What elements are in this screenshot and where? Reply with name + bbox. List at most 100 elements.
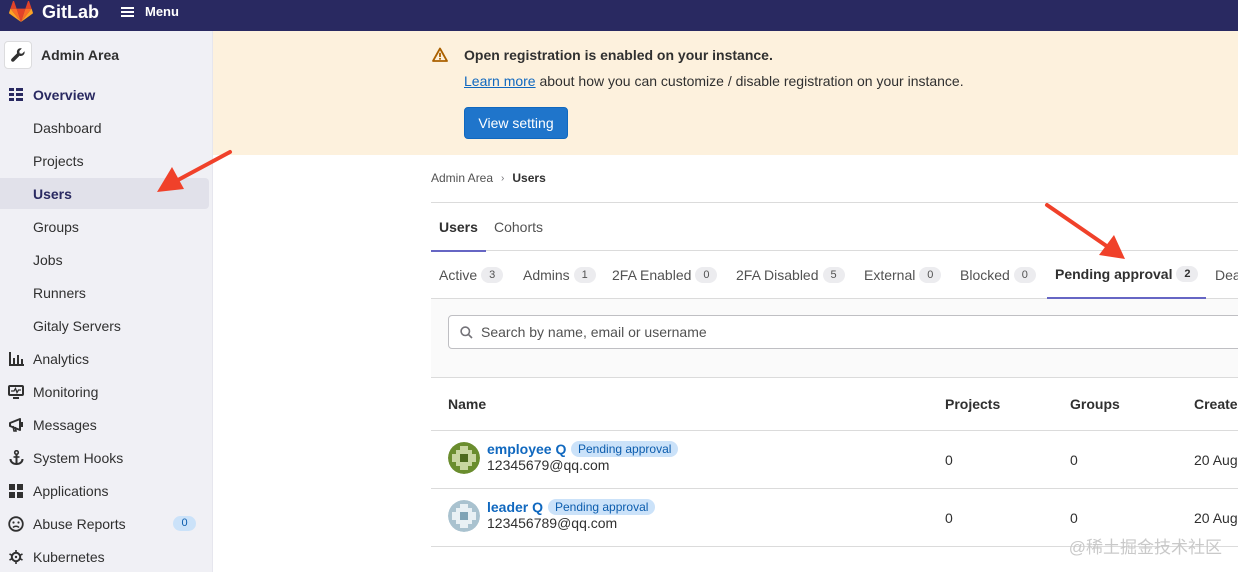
tab-label: External [864, 266, 916, 283]
tab-users[interactable]: Users [431, 203, 486, 252]
count-badge: 0 [1013, 266, 1036, 283]
count-badge: 3 [481, 266, 504, 283]
breadcrumb-admin-area[interactable]: Admin Area [431, 171, 493, 185]
wrench-icon [4, 41, 32, 69]
groups-count: 0 [1070, 510, 1078, 526]
view-setting-button[interactable]: View setting [464, 107, 568, 139]
top-navbar: GitLab Menu [0, 0, 1238, 31]
column-header-name: Name [448, 396, 487, 412]
sidebar-item-users[interactable]: Users [0, 178, 209, 209]
user-email: 123456789@qq.com [487, 515, 618, 531]
abuse-icon [8, 515, 24, 532]
sidebar-item-abuse-reports[interactable]: Abuse Reports 0 [0, 508, 209, 539]
tab-external[interactable]: External 0 [864, 251, 942, 298]
user-name-link[interactable]: leader Q [487, 499, 543, 515]
column-header-groups: Groups [1070, 396, 1120, 412]
registration-alert: Open registration is enabled on your ins… [213, 31, 1238, 155]
hamburger-icon [121, 6, 134, 17]
tab-label: Users [439, 218, 478, 235]
alert-title: Open registration is enabled on your ins… [464, 47, 773, 63]
sidebar-item-label: Dashboard [33, 119, 102, 136]
sidebar-item-label: System Hooks [33, 449, 124, 466]
sidebar-item-messages[interactable]: Messages [0, 409, 209, 440]
sidebar-item-system-hooks[interactable]: System Hooks [0, 442, 209, 473]
sidebar-item-kubernetes[interactable]: Kubernetes [0, 541, 209, 572]
pending-approval-badge: Pending approval [548, 499, 656, 515]
count-badge: 5 [822, 266, 845, 283]
brand-name: GitLab [42, 1, 99, 22]
learn-more-link[interactable]: Learn more [464, 73, 536, 89]
sidebar-item-label: Overview [33, 86, 96, 103]
tab-cohorts[interactable]: Cohorts [494, 203, 543, 251]
groups-count: 0 [1070, 452, 1078, 468]
sidebar-item-label: Runners [33, 284, 86, 301]
sidebar-item-label: Analytics [33, 350, 90, 367]
sidebar-item-label: Applications [33, 482, 109, 499]
sidebar-item-gitaly-servers[interactable]: Gitaly Servers [0, 310, 209, 341]
sidebar-item-dashboard[interactable]: Dashboard [0, 112, 209, 143]
projects-count: 0 [945, 452, 953, 468]
tab-blocked[interactable]: Blocked 0 [960, 251, 1036, 298]
pending-approval-badge: Pending approval [571, 441, 679, 457]
menu-label: Menu [145, 4, 179, 19]
sidebar-item-jobs[interactable]: Jobs [0, 244, 209, 275]
tab-label: Pending approval [1055, 266, 1173, 282]
alert-body: Learn more about how you can customize /… [464, 73, 964, 89]
search-filter-bar [431, 299, 1238, 378]
sidebar-item-projects[interactable]: Projects [0, 145, 209, 176]
table-row: employee Q Pending approval 12345679@qq.… [431, 431, 1238, 489]
count-badge: 1 [573, 266, 596, 283]
created-date: 20 Aug [1194, 510, 1238, 526]
tab-label: Active [439, 266, 478, 283]
tab-2fa-disabled[interactable]: 2FA Disabled 5 [736, 251, 845, 298]
sidebar-item-label: Gitaly Servers [33, 317, 121, 334]
warning-icon [432, 47, 448, 68]
projects-count: 0 [945, 510, 953, 526]
count-badge: 2 [1176, 266, 1199, 282]
sidebar-item-overview[interactable]: Overview [0, 79, 209, 110]
tab-label: Dea [1215, 266, 1238, 283]
user-name-link[interactable]: employee Q [487, 441, 566, 457]
created-date: 20 Aug [1194, 452, 1238, 468]
sidebar-item-analytics[interactable]: Analytics [0, 343, 209, 374]
alert-body-text: about how you can customize / disable re… [535, 73, 964, 89]
gitlab-tanuki-icon [9, 1, 33, 22]
grid-icon [8, 483, 24, 499]
tab-label: 2FA Enabled [612, 266, 692, 283]
tab-active[interactable]: Active 3 [439, 251, 504, 298]
breadcrumb-users[interactable]: Users [512, 171, 545, 185]
messages-icon [8, 417, 24, 433]
sidebar-item-label: Abuse Reports [33, 515, 126, 532]
gitlab-logo[interactable]: GitLab [9, 1, 99, 23]
sidebar-item-label: Messages [33, 416, 97, 433]
abuse-reports-count-badge: 0 [173, 516, 196, 531]
avatar[interactable] [448, 442, 480, 474]
kubernetes-icon [8, 549, 24, 565]
sidebar-item-groups[interactable]: Groups [0, 211, 209, 242]
sidebar-item-monitoring[interactable]: Monitoring [0, 376, 209, 407]
search-input[interactable] [481, 324, 1181, 340]
sidebar-item-applications[interactable]: Applications [0, 475, 209, 506]
column-header-created: Create [1194, 396, 1238, 412]
anchor-icon [8, 450, 24, 466]
tab-label: Admins [523, 266, 570, 283]
monitor-icon [8, 384, 24, 400]
sidebar-item-label: Projects [33, 152, 84, 169]
tab-pending-approval[interactable]: Pending approval 2 [1047, 251, 1207, 299]
sidebar-context-header[interactable]: Admin Area [0, 39, 119, 71]
count-badge: 0 [919, 266, 942, 283]
sidebar-item-label: Users [33, 185, 72, 202]
sidebar-item-label: Kubernetes [33, 548, 105, 565]
count-badge: 0 [695, 266, 718, 283]
tab-admins[interactable]: Admins 1 [523, 251, 596, 298]
tab-2fa-enabled[interactable]: 2FA Enabled 0 [612, 251, 718, 298]
menu-button[interactable]: Menu [121, 4, 179, 19]
tab-deactivated[interactable]: Dea [1215, 251, 1238, 298]
user-filter-tabs: Active 3 Admins 1 2FA Enabled 0 2FA Disable… [431, 251, 1238, 299]
sidebar-item-runners[interactable]: Runners [0, 277, 209, 308]
avatar[interactable] [448, 500, 480, 532]
sidebar-context-title: Admin Area [41, 47, 120, 63]
users-cohorts-tabs: Users Cohorts [431, 202, 1238, 252]
sidebar-item-label: Monitoring [33, 383, 99, 400]
sidebar-item-label: Jobs [33, 251, 63, 268]
